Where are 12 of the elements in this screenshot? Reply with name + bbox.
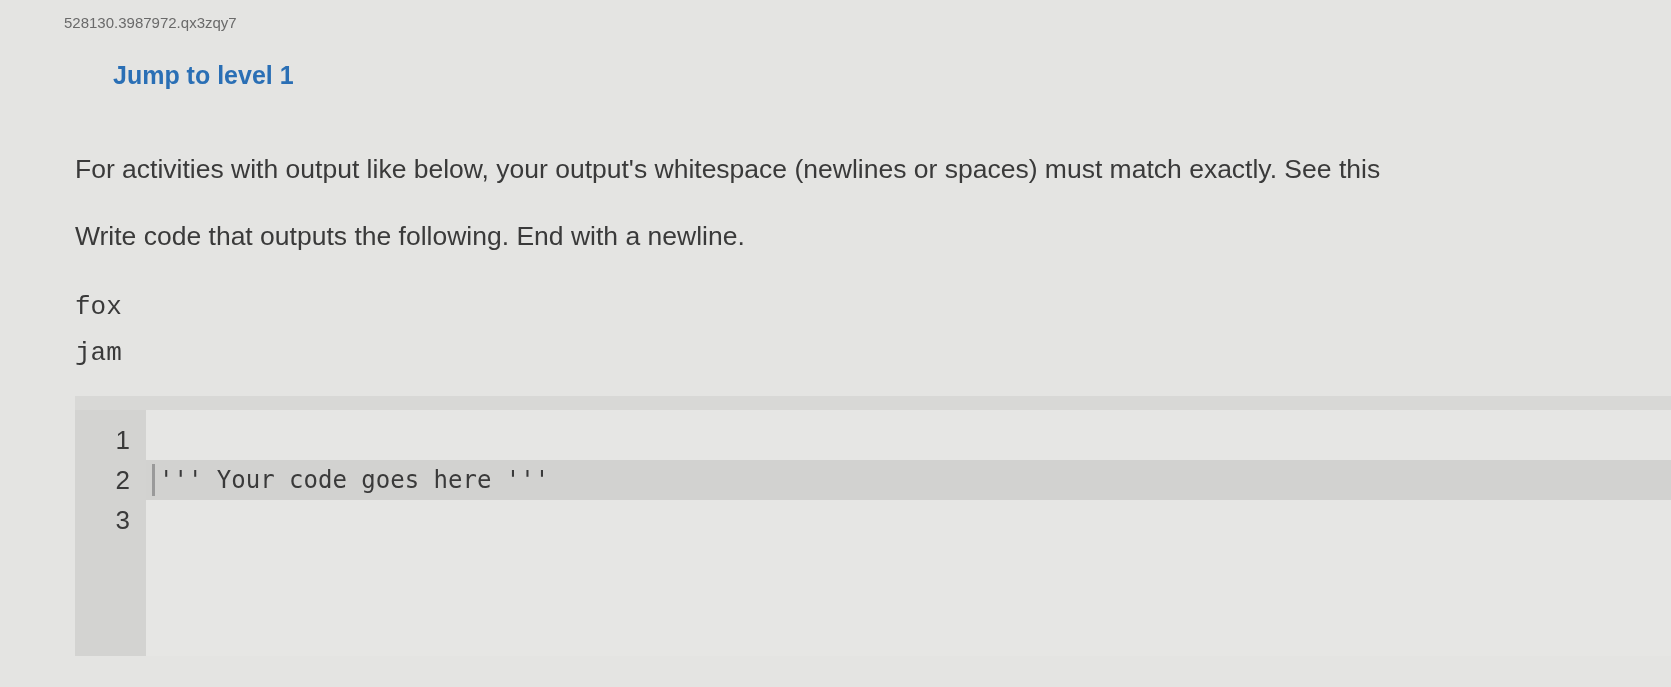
instruction-text: For activities with output like below, your output's whitespace (newlines or spaces) must match exactly. See this [75,154,1381,185]
line-number: 1 [114,424,131,457]
line-number: 3 [114,504,131,537]
jump-link[interactable]: Jump to level 1 [113,61,294,90]
code-editor[interactable]: 1 2 3 ''' Your code goes here ''' [75,396,1671,656]
instruction-text: Write code that outputs the following. End with a newline. [75,221,745,252]
output-line: fox [75,292,122,322]
code-line: ''' Your code goes here ''' [159,466,550,494]
text-cursor [152,464,155,496]
problem-id: 528130.3987972.qx3zqy7 [63,13,237,31]
line-number: 2 [114,464,131,497]
output-line: jam [75,338,122,368]
